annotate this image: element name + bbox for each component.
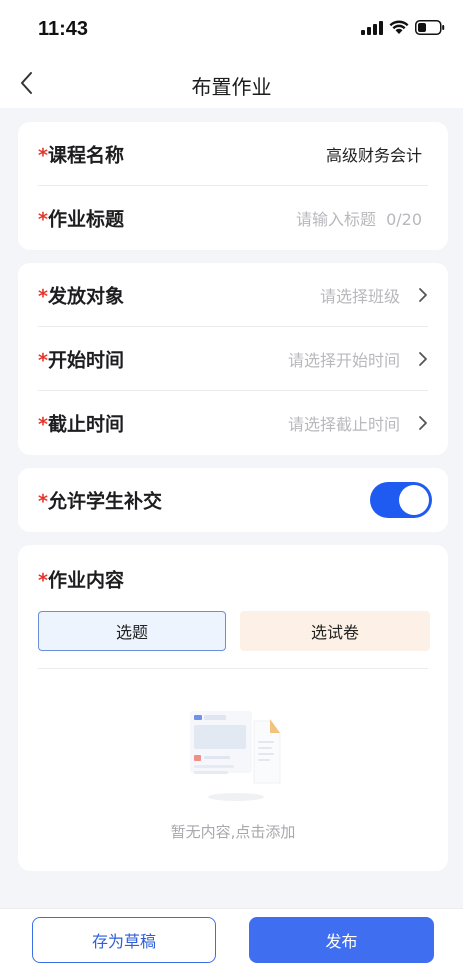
start-time-row[interactable]: *开始时间 请选择开始时间	[18, 327, 448, 391]
save-draft-button[interactable]: 存为草稿	[32, 917, 216, 963]
required-mark: *	[38, 285, 48, 308]
end-time-label: *截止时间	[38, 410, 124, 437]
divider	[38, 668, 428, 669]
late-submission-label: *允许学生补交	[38, 487, 162, 514]
tab-select-questions[interactable]: 选题	[38, 611, 226, 651]
page-title: 布置作业	[191, 75, 272, 99]
target-label-text: 发放对象	[47, 285, 124, 308]
course-value: 高级财务会计	[325, 146, 422, 165]
status-icons	[361, 20, 445, 35]
title-input[interactable]: 请输入标题 0/20	[296, 206, 422, 230]
title-placeholder: 请输入标题	[296, 210, 377, 229]
start-time-label: *开始时间	[38, 346, 124, 373]
empty-document-icon[interactable]	[184, 705, 288, 805]
target-label: *发放对象	[38, 282, 124, 309]
required-mark: *	[38, 413, 48, 436]
end-time-label-text: 截止时间	[47, 413, 124, 436]
title-label: *作业标题	[38, 205, 124, 232]
basic-info-card: *课程名称 高级财务会计 *作业标题 请输入标题 0/20	[18, 122, 448, 250]
status-time: 11:43	[38, 18, 89, 40]
end-time-select[interactable]: 请选择截止时间	[288, 411, 400, 435]
course-row: *课程名称 高级财务会计	[18, 122, 448, 186]
content-label-text: 作业内容	[47, 569, 124, 592]
title-label-text: 作业标题	[47, 208, 124, 231]
required-mark: *	[38, 144, 48, 167]
chevron-right-icon	[419, 352, 427, 366]
content-card: *作业内容 选题 选试卷 暂无内容,点击添加	[18, 545, 448, 871]
required-mark: *	[38, 569, 48, 592]
title-row[interactable]: *作业标题 请输入标题 0/20	[18, 186, 448, 250]
late-submission-card: *允许学生补交	[18, 468, 448, 532]
empty-hint[interactable]: 暂无内容,点击添加	[18, 821, 448, 842]
tab-select-paper[interactable]: 选试卷	[240, 611, 430, 651]
wifi-icon	[389, 20, 409, 34]
content-label: *作业内容	[38, 566, 124, 593]
start-time-select[interactable]: 请选择开始时间	[288, 347, 400, 371]
title-char-counter: 0/20	[386, 210, 422, 229]
late-submission-label-text: 允许学生补交	[47, 490, 162, 513]
start-time-label-text: 开始时间	[47, 349, 124, 372]
toggle-knob	[399, 485, 429, 515]
publish-button[interactable]: 发布	[249, 917, 434, 963]
target-select[interactable]: 请选择班级	[320, 283, 400, 307]
signal-icon	[361, 20, 383, 35]
dispatch-card: *发放对象 请选择班级 *开始时间 请选择开始时间 *截止时间 请选择截止时间	[18, 263, 448, 455]
required-mark: *	[38, 490, 48, 513]
late-submission-toggle[interactable]	[370, 482, 432, 518]
course-label-text: 课程名称	[47, 144, 124, 167]
status-bar: 11:43	[0, 0, 463, 58]
target-row[interactable]: *发放对象 请选择班级	[18, 263, 448, 327]
nav-bar: 布置作业	[0, 58, 463, 108]
course-label: *课程名称	[38, 141, 124, 168]
late-submission-row: *允许学生补交	[18, 468, 448, 532]
end-time-row[interactable]: *截止时间 请选择截止时间	[18, 391, 448, 455]
battery-icon	[415, 20, 445, 35]
chevron-right-icon	[419, 288, 427, 302]
required-mark: *	[38, 208, 48, 231]
chevron-right-icon	[419, 416, 427, 430]
bottom-action-bar: 存为草稿 发布	[0, 908, 463, 975]
required-mark: *	[38, 349, 48, 372]
